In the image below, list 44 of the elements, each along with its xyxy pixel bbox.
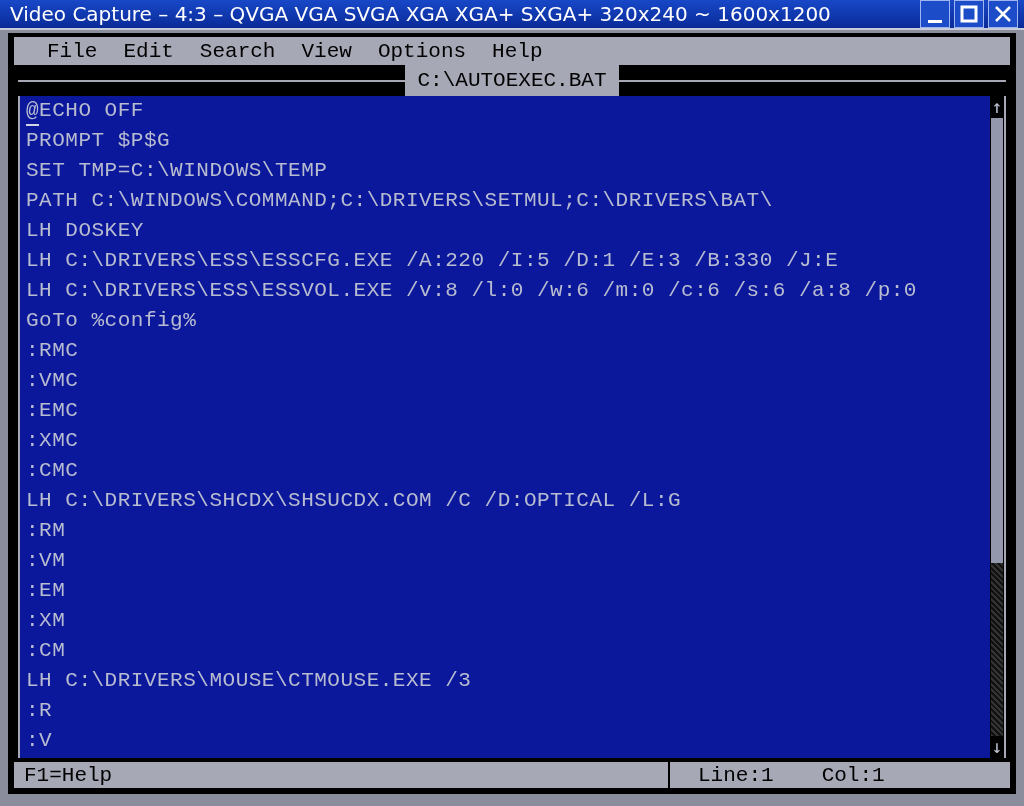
code-line: PROMPT $P$G xyxy=(26,128,171,154)
code-line: LH C:\DRIVERS\ESS\ESSCFG.EXE /A:220 /I:5 /D:1 /E:3 /B:330 /J:E xyxy=(26,248,839,274)
scroll-up-button[interactable]: ↑ xyxy=(991,96,1003,118)
code-line: :XMC xyxy=(26,428,79,454)
maximize-button[interactable] xyxy=(954,0,984,28)
code-line: LH C:\DRIVERS\ESS\ESSVOL.EXE /v:8 /l:0 /w:6 /m:0 /c:6 /s:6 /a:8 /p:0 xyxy=(26,278,917,304)
code-line: :RMC xyxy=(26,338,79,364)
text-editor[interactable] xyxy=(20,96,990,758)
text-cursor xyxy=(26,124,39,126)
code-line: :RM xyxy=(26,518,66,544)
menu-item[interactable]: Edit xyxy=(110,39,187,63)
code-line: SET TMP=C:\WINDOWS\TEMP xyxy=(26,158,328,184)
code-line: LH C:\DRIVERS\MOUSE\CTMOUSE.EXE /3 xyxy=(26,668,472,694)
menu-item[interactable]: File xyxy=(34,39,111,63)
code-line: LH C:\DRIVERS\SHCDX\SHSUCDX.COM /C /D:OPTICAL /L:G xyxy=(26,488,682,514)
document-title: C:\AUTOEXEC.BAT xyxy=(405,65,619,96)
help-hint: F1=Help xyxy=(14,762,670,788)
minimize-icon xyxy=(928,19,942,23)
menu-item[interactable]: View xyxy=(288,39,365,63)
code-line: :EM xyxy=(26,578,66,604)
code-line: :V xyxy=(26,728,53,754)
scroll-down-button[interactable]: ↓ xyxy=(991,736,1003,758)
code-line: @ECHO OFF xyxy=(26,98,144,124)
close-icon xyxy=(993,4,1013,24)
code-line: :R xyxy=(26,698,53,724)
maximize-icon xyxy=(959,4,979,24)
code-line: :CM xyxy=(26,638,66,664)
menu-item[interactable]: Search xyxy=(186,39,289,63)
code-line: GoTo %config% xyxy=(26,308,197,334)
window-title: Video Capture – 4:3 – QVGA VGA SVGA XGA XGA+ SXGA+ 320x240 ~ 1600x1200 xyxy=(10,2,831,26)
code-line: PATH C:\WINDOWS\COMMAND;C:\DRIVERS\SETMUL;C:\DRIVERS\BAT\ xyxy=(26,188,773,214)
close-button[interactable] xyxy=(988,0,1018,28)
code-line: :VM xyxy=(26,548,66,574)
code-line: :CMC xyxy=(26,458,79,484)
code-line: LH DOSKEY xyxy=(26,218,144,244)
menu-item[interactable]: Options xyxy=(364,39,480,63)
code-line: :VMC xyxy=(26,368,79,394)
scrollbar-thumb[interactable] xyxy=(991,118,1003,563)
minimize-button[interactable] xyxy=(920,0,950,28)
line-indicator: Line:1 xyxy=(698,763,774,787)
menu-item[interactable]: Help xyxy=(479,39,556,63)
column-indicator: Col:1 xyxy=(821,763,885,787)
code-line: :XM xyxy=(26,608,66,634)
code-line: :EMC xyxy=(26,398,79,424)
